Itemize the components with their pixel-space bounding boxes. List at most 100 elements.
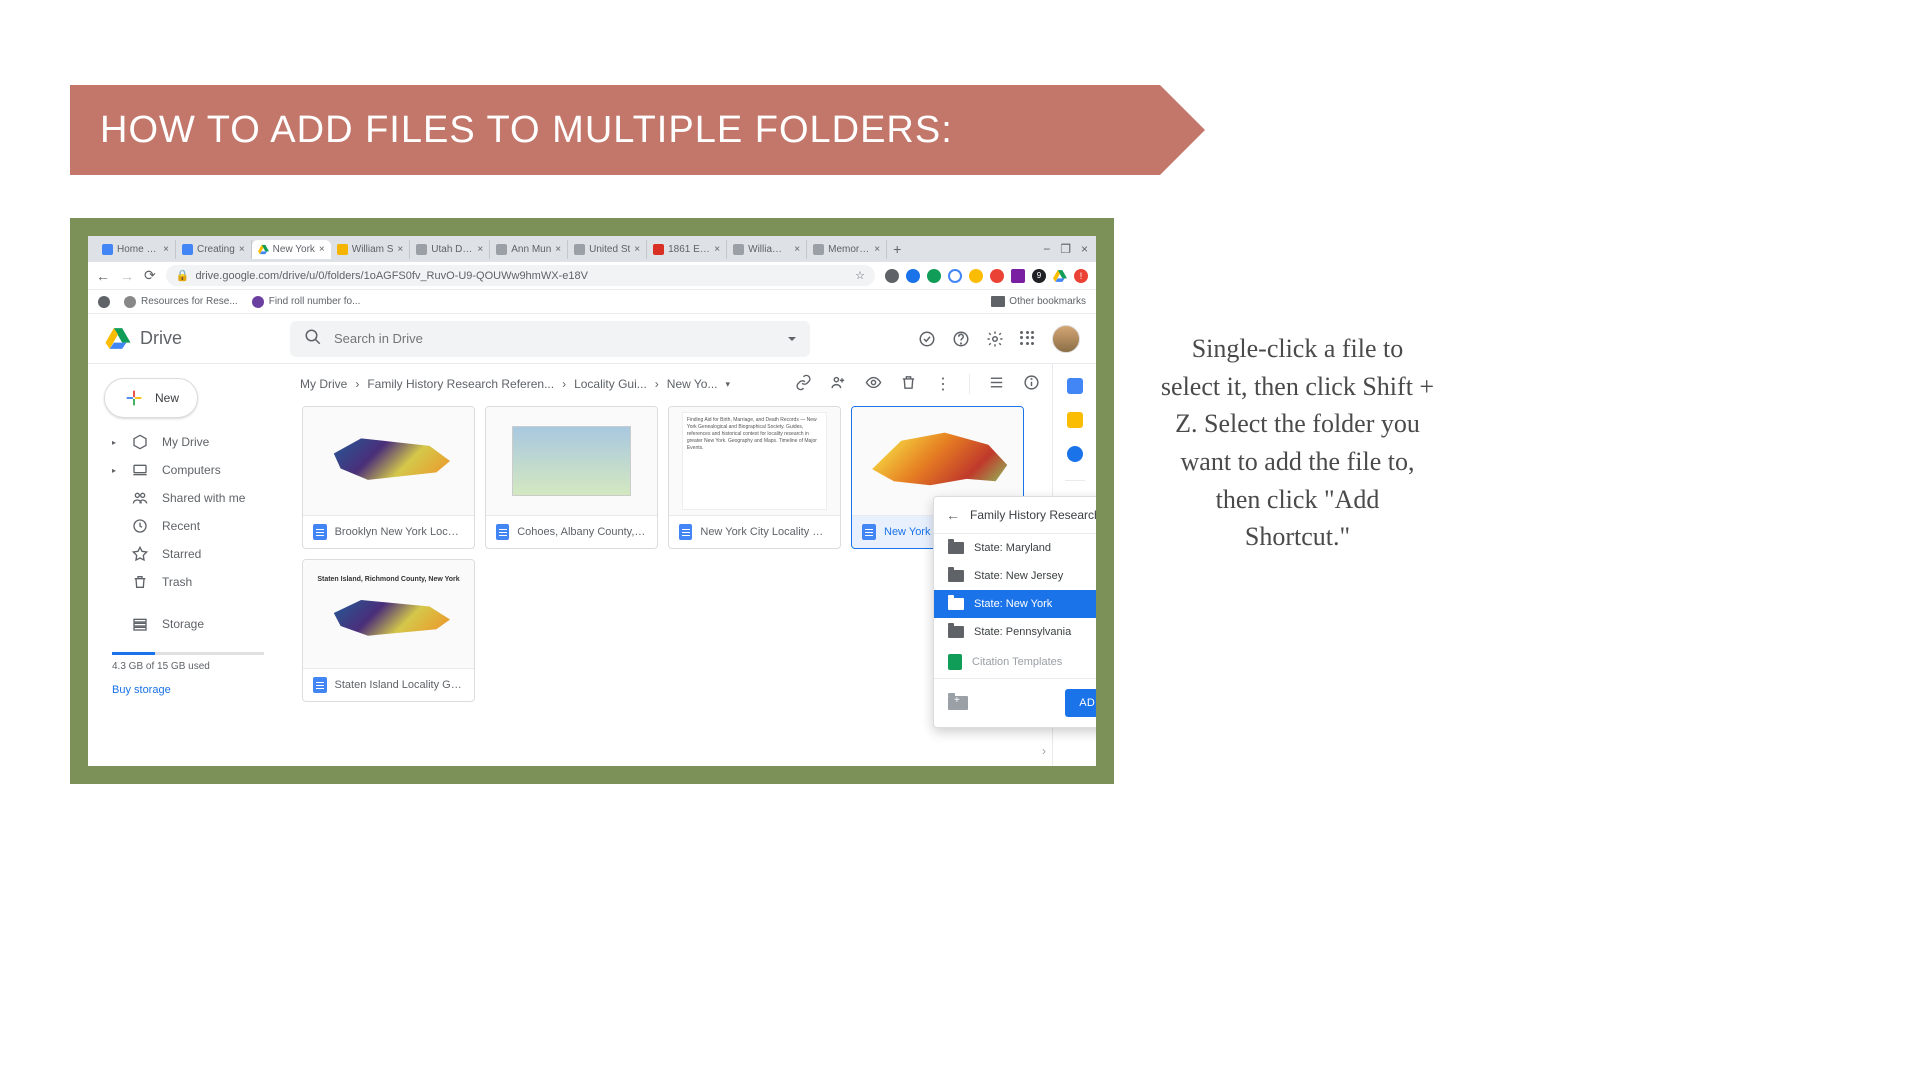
nav-my-drive[interactable]: ▸My Drive: [94, 428, 282, 456]
new-button[interactable]: New: [104, 378, 198, 418]
extension-icon[interactable]: [927, 269, 941, 283]
scroll-chevron-icon[interactable]: ›: [1042, 744, 1046, 758]
picker-folder-item[interactable]: State: New Jersey: [934, 562, 1096, 590]
browser-tab[interactable]: Ann Mun×: [490, 240, 568, 259]
picker-folder-item-selected[interactable]: State: New York›: [934, 590, 1096, 618]
url-input[interactable]: 🔒 drive.google.com/drive/u/0/folders/1oA…: [166, 265, 875, 286]
picker-folder-item[interactable]: State: Maryland: [934, 534, 1096, 562]
nav-storage[interactable]: Storage: [94, 610, 282, 638]
docs-icon: [313, 524, 327, 540]
extension-icon[interactable]: [990, 269, 1004, 283]
new-folder-icon[interactable]: [948, 696, 968, 710]
folder-icon: [948, 542, 964, 554]
browser-tab[interactable]: Creating×: [176, 240, 252, 259]
browser-tab[interactable]: William M×: [727, 240, 807, 259]
breadcrumb: My Drive › Family History Research Refer…: [300, 377, 789, 391]
close-icon[interactable]: ×: [634, 244, 640, 255]
nav-computers[interactable]: ▸Computers: [94, 456, 282, 484]
favicon-icon: [416, 244, 427, 255]
buy-storage-link[interactable]: Buy storage: [112, 684, 264, 696]
folder-icon: [991, 296, 1005, 307]
browser-tab[interactable]: United St×: [568, 240, 647, 259]
file-card[interactable]: Cohoes, Albany County, N...: [485, 406, 658, 549]
reload-icon[interactable]: ⟳: [144, 267, 156, 284]
picker-sheets-item[interactable]: Citation Templates: [934, 646, 1096, 678]
drive-extension-icon[interactable]: [1053, 269, 1067, 283]
close-icon[interactable]: ×: [163, 244, 169, 255]
bookmark-item[interactable]: Find roll number fo...: [252, 296, 361, 308]
breadcrumb-item[interactable]: Locality Gui...: [574, 377, 647, 391]
close-icon[interactable]: ×: [397, 244, 403, 255]
alert-icon[interactable]: !: [1074, 269, 1088, 283]
share-icon[interactable]: [830, 374, 847, 394]
file-card[interactable]: Staten Island, Richmond County, New York…: [302, 559, 475, 702]
extension-icon[interactable]: [969, 269, 983, 283]
extension-icon[interactable]: 9: [1032, 269, 1046, 283]
folder-icon: [948, 626, 964, 638]
minimize-icon[interactable]: −: [1043, 242, 1050, 256]
list-view-icon[interactable]: [988, 374, 1005, 394]
picker-folder-item[interactable]: State: Pennsylvania: [934, 618, 1096, 646]
file-card[interactable]: Finding Aid for Birth, Marriage, and Dea…: [668, 406, 841, 549]
add-shortcut-button[interactable]: ADD SHORTCUT: [1065, 689, 1096, 717]
close-icon[interactable]: ×: [714, 244, 720, 255]
close-icon[interactable]: ×: [239, 244, 245, 255]
close-icon[interactable]: ×: [555, 244, 561, 255]
close-icon[interactable]: ×: [477, 244, 483, 255]
breadcrumb-item[interactable]: New Yo...: [667, 377, 718, 391]
browser-tab-active[interactable]: New York×: [252, 240, 331, 259]
info-icon[interactable]: [1023, 374, 1040, 394]
forward-icon[interactable]: →: [120, 268, 134, 284]
ready-offline-icon[interactable]: [918, 330, 936, 348]
bookmark-item[interactable]: Resources for Rese...: [124, 296, 238, 308]
drive-logo[interactable]: Drive: [104, 326, 274, 351]
docs-icon: [313, 677, 327, 693]
keep-icon[interactable]: [1067, 412, 1083, 428]
nav-shared[interactable]: Shared with me: [94, 484, 282, 512]
back-icon[interactable]: ←: [96, 268, 110, 284]
close-window-icon[interactable]: ×: [1081, 242, 1088, 256]
browser-window: Home - C× Creating× New York× William S×…: [88, 236, 1096, 766]
preview-icon[interactable]: [865, 374, 882, 394]
account-avatar[interactable]: [1052, 325, 1080, 353]
delete-icon[interactable]: [900, 374, 917, 394]
chevron-down-icon[interactable]: ▾: [725, 379, 730, 390]
back-icon[interactable]: ←: [946, 507, 960, 523]
calendar-icon[interactable]: [1067, 378, 1083, 394]
close-icon[interactable]: ×: [319, 244, 325, 255]
close-icon[interactable]: ×: [794, 244, 800, 255]
search-box[interactable]: [290, 321, 810, 357]
close-icon[interactable]: ×: [874, 244, 880, 255]
google-apps-icon[interactable]: [1020, 331, 1036, 347]
extension-icon[interactable]: [948, 269, 962, 283]
nav-trash[interactable]: Trash: [94, 568, 282, 596]
breadcrumb-item[interactable]: My Drive: [300, 377, 347, 391]
new-tab-button[interactable]: +: [887, 241, 907, 257]
other-bookmarks[interactable]: Other bookmarks: [991, 296, 1086, 307]
browser-tab[interactable]: William S×: [331, 240, 411, 259]
more-icon[interactable]: ⋮: [935, 374, 951, 394]
extension-icon[interactable]: [885, 269, 899, 283]
search-options-icon[interactable]: [788, 337, 796, 341]
support-icon[interactable]: [952, 330, 970, 348]
extension-icon[interactable]: [1011, 269, 1025, 283]
file-card[interactable]: Brooklyn New York Locali...: [302, 406, 475, 549]
search-input[interactable]: [334, 331, 776, 346]
browser-tab[interactable]: Home - C×: [96, 240, 176, 259]
browser-tab[interactable]: Utah Dea×: [410, 240, 490, 259]
browser-tab[interactable]: Memories×: [807, 240, 887, 259]
settings-icon[interactable]: [986, 330, 1004, 348]
lock-icon: 🔒: [176, 269, 190, 282]
folder-icon: [948, 598, 964, 610]
file-name: Brooklyn New York Locali...: [335, 526, 464, 538]
extension-icon[interactable]: [906, 269, 920, 283]
get-link-icon[interactable]: [795, 374, 812, 394]
star-icon[interactable]: ☆: [855, 269, 865, 282]
browser-tab[interactable]: 1861 Eng×: [647, 240, 727, 259]
tasks-icon[interactable]: [1067, 446, 1083, 462]
maximize-icon[interactable]: ❐: [1060, 242, 1071, 256]
nav-recent[interactable]: Recent: [94, 512, 282, 540]
bookmark-item[interactable]: [98, 296, 110, 308]
nav-starred[interactable]: Starred: [94, 540, 282, 568]
breadcrumb-item[interactable]: Family History Research Referen...: [367, 377, 554, 391]
